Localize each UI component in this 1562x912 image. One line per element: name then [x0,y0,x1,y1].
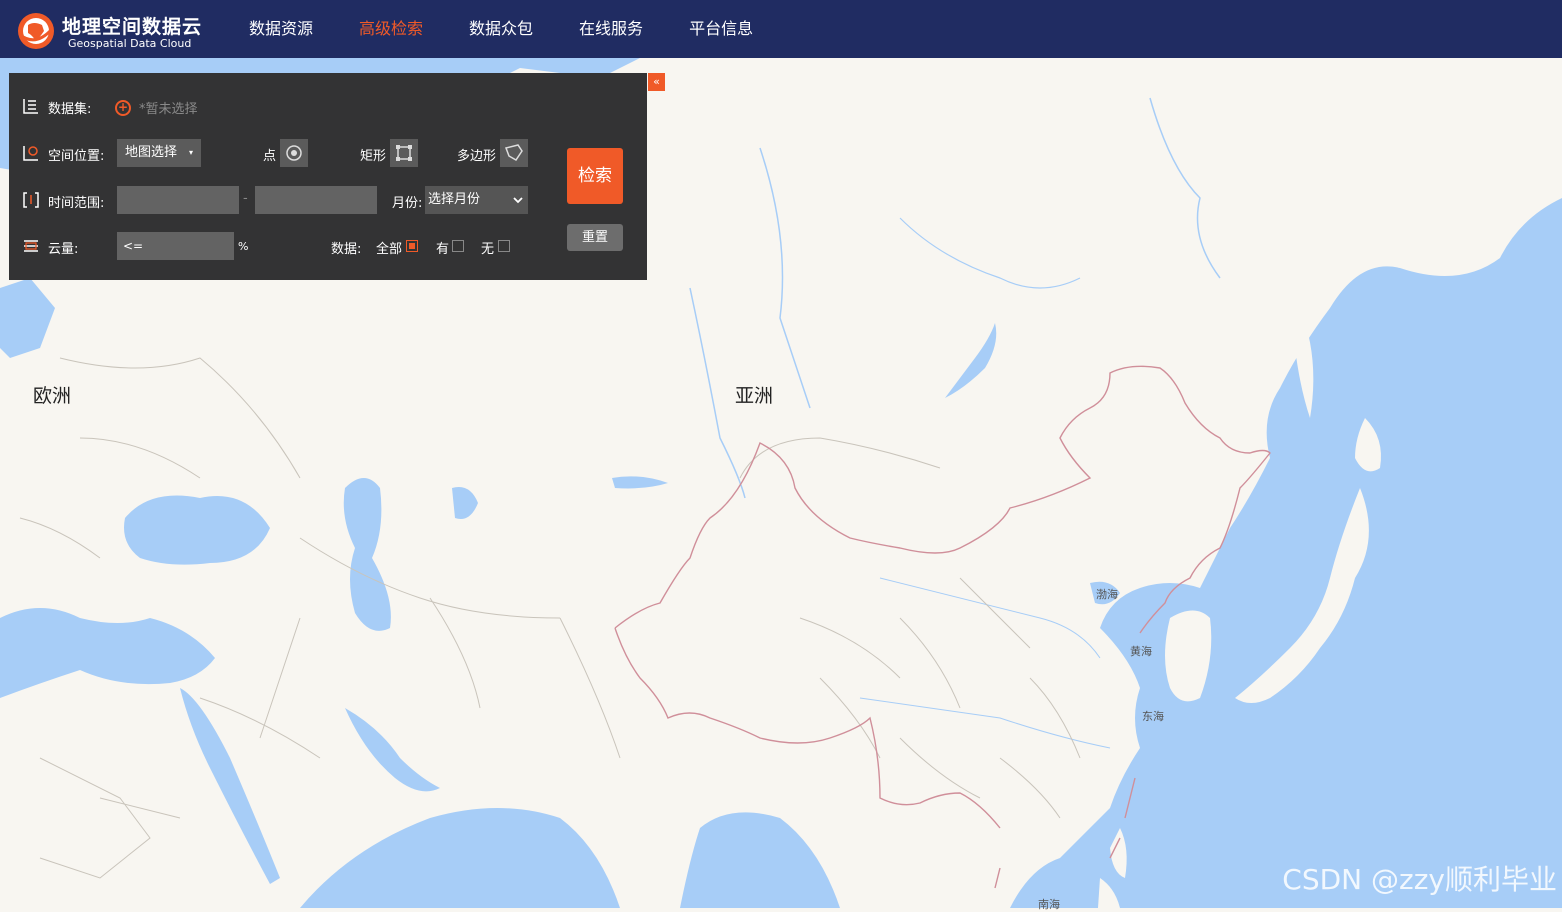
location-label: 空间位置: [48,149,105,164]
data-no-checkbox[interactable] [498,240,510,252]
data-no-label: 无 [481,242,495,257]
cloud-unit: % [238,240,249,253]
cloud-operator: <= [123,239,144,253]
time-label: 时间范围: [48,196,105,211]
rectangle-icon [396,145,412,161]
add-dataset-icon[interactable]: + [115,100,131,116]
map-label-europe: 欧洲 [33,385,72,407]
date-separator: - [243,191,248,206]
advanced-search-panel: 数据集: + *暂未选择 空间位置: 地图选择 ▾ 点 矩形 多边形 时间范围: [9,73,647,280]
polygon-icon [505,144,523,161]
cloud-layers-icon [24,240,38,252]
logo-subtitle: Geospatial Data Cloud [68,37,192,50]
main-nav: 数据资源 高级检索 数据众包 在线服务 平台信息 [226,0,776,58]
map-label-asia: 亚洲 [735,385,774,407]
map-label-yellow-sea: 黄海 [1130,645,1152,658]
nav-item-data-resources[interactable]: 数据资源 [226,0,336,58]
data-yes-checkbox[interactable] [452,240,464,252]
watermark: CSDN @zzy顺利毕业 [1282,863,1557,896]
globe-logo-icon [18,13,54,49]
calendar-icon [23,192,39,208]
point-target-icon [286,145,302,161]
rect-label: 矩形 [360,149,387,164]
data-all-checkbox[interactable] [406,240,418,252]
dataset-icon [23,99,38,114]
caret-down-icon: ▾ [188,148,193,157]
point-tool-button[interactable] [280,139,308,167]
polygon-label: 多边形 [457,149,497,164]
data-yes-label: 有 [436,242,450,257]
month-select-value: 选择月份 [428,192,481,207]
nav-item-online-services[interactable]: 在线服务 [556,0,666,58]
data-all-label: 全部 [376,242,403,257]
dataset-hint: *暂未选择 [139,102,198,117]
chevron-down-icon [513,197,523,204]
cloud-input[interactable]: <= [117,232,234,260]
data-availability-label: 数据: [331,242,362,257]
collapse-panel-button[interactable]: « [648,73,665,91]
dataset-label: 数据集: [48,102,92,117]
polygon-tool-button[interactable] [500,139,528,167]
location-select[interactable]: 地图选择 ▾ [117,139,201,167]
start-date-input[interactable] [117,186,239,214]
nav-item-crowdsourcing[interactable]: 数据众包 [446,0,556,58]
cloud-label: 云量: [48,242,79,257]
month-select[interactable]: 选择月份 [425,186,528,214]
top-navbar: 地理空间数据云 Geospatial Data Cloud 数据资源 高级检索 … [0,0,1562,58]
point-label: 点 [263,149,277,164]
nav-item-platform-info[interactable]: 平台信息 [666,0,776,58]
rect-tool-button[interactable] [390,139,418,167]
map-label-bohai: 渤海 [1096,588,1118,601]
month-label: 月份: [392,196,423,211]
logo-title: 地理空间数据云 [62,16,203,38]
map-label-south-sea: 南海 [1038,898,1060,911]
location-icon [23,146,38,161]
search-button[interactable]: 检索 [567,148,623,204]
reset-button[interactable]: 重置 [567,224,623,251]
map-label-east-sea: 东海 [1142,710,1164,723]
location-select-value: 地图选择 [125,145,178,160]
site-logo[interactable]: 地理空间数据云 Geospatial Data Cloud [16,9,216,53]
end-date-input[interactable] [255,186,377,214]
nav-item-advanced-search[interactable]: 高级检索 [336,0,446,58]
